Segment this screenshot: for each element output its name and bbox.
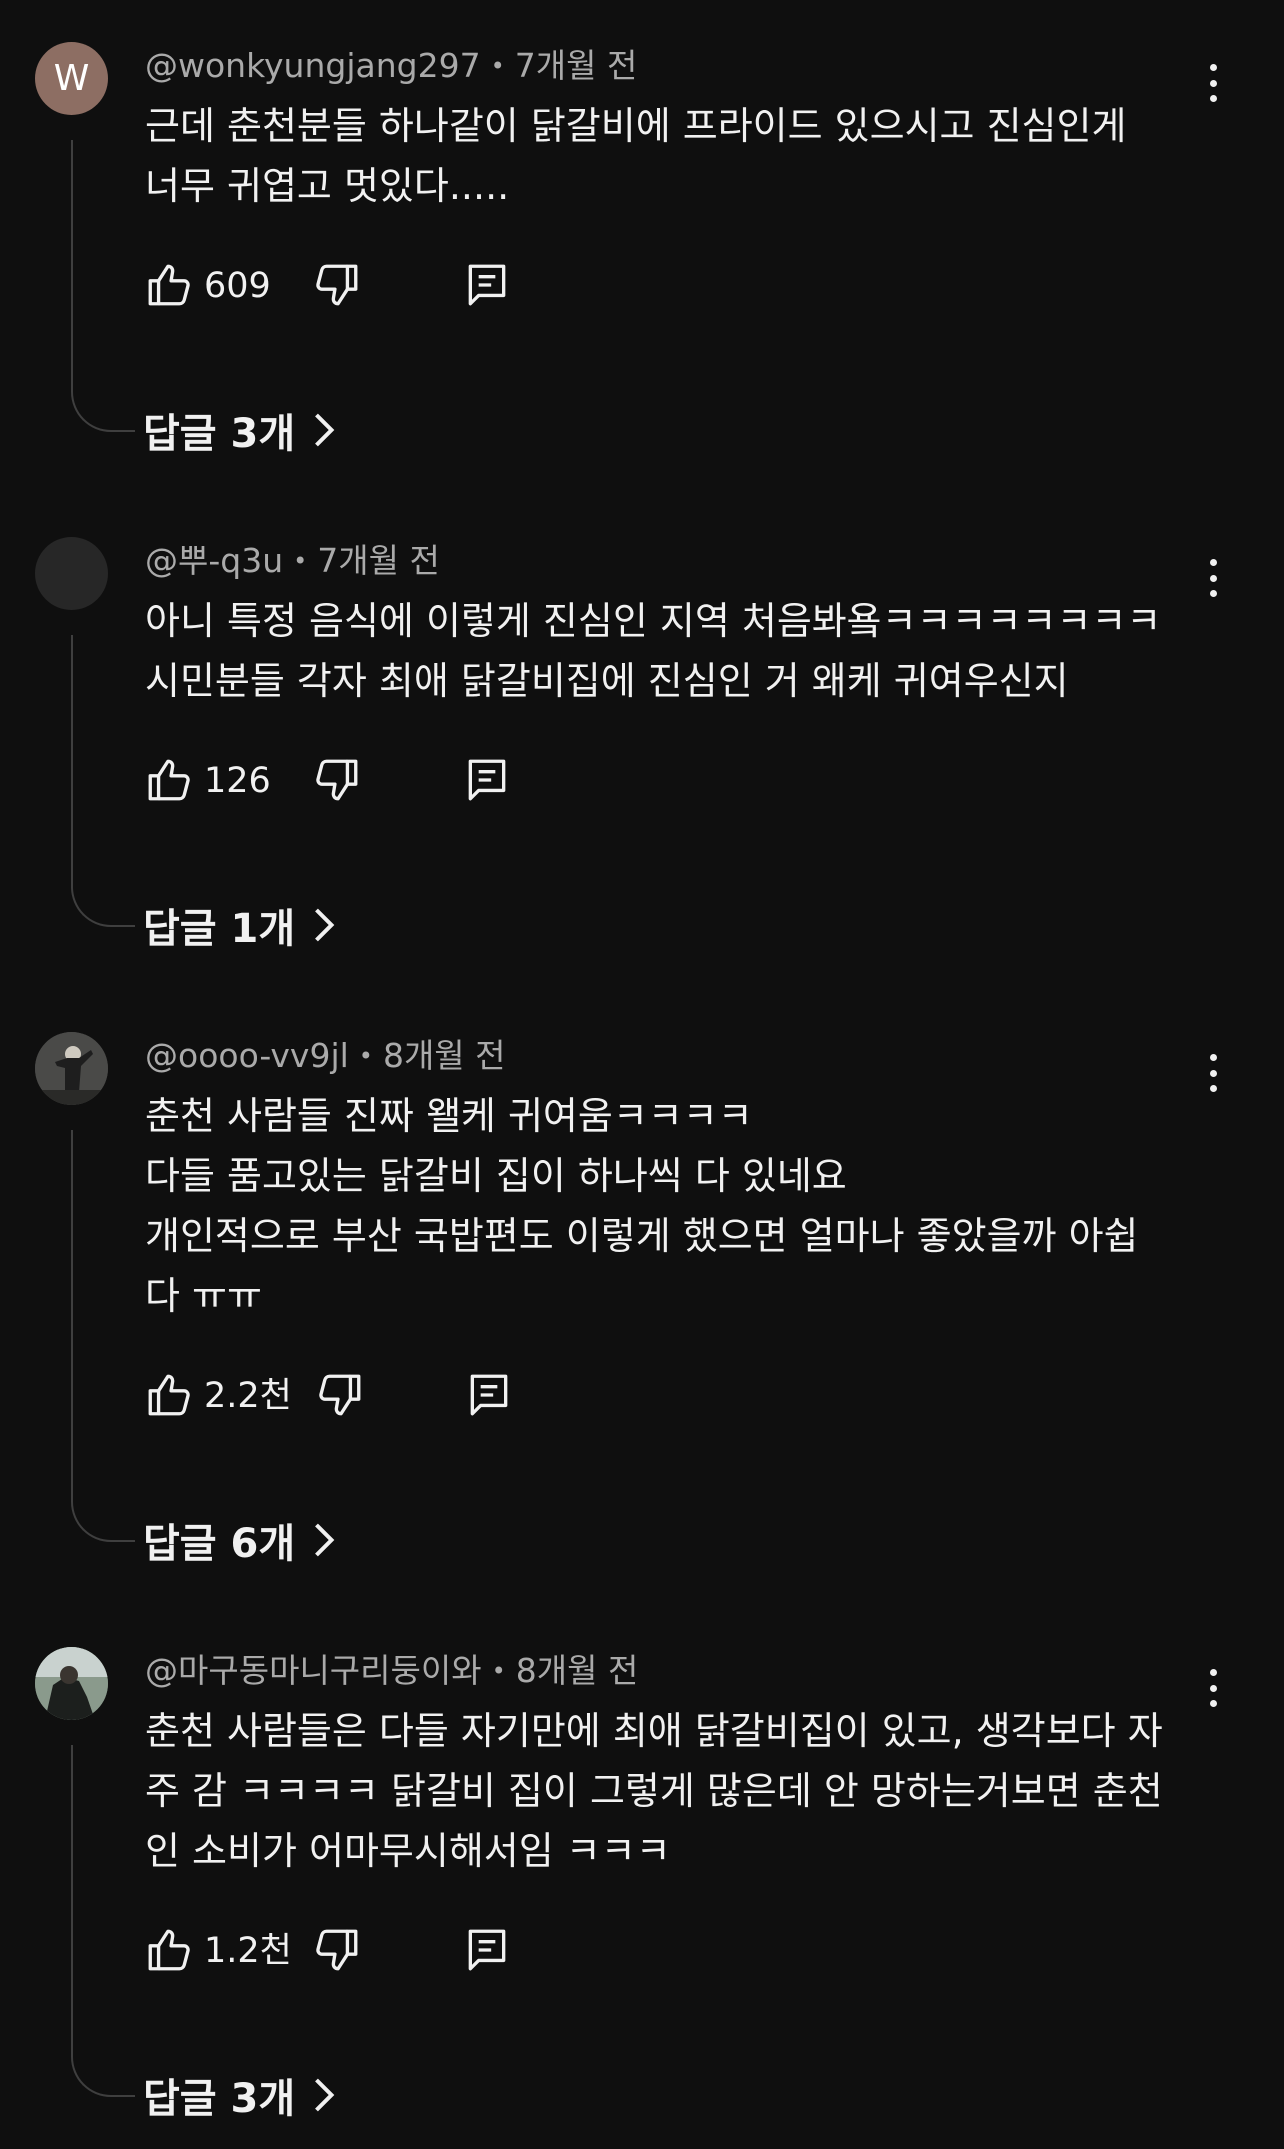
avatar[interactable]: W — [35, 42, 108, 115]
comment-text: 근데 춘천분들 하나같이 닭갈비에 프라이드 있으시고 진심인게 너무 귀엽고 … — [145, 96, 1205, 216]
comment-author[interactable]: @마구동마니구리둥이와 — [145, 1651, 482, 1690]
comment-time[interactable]: 7개월 전 — [515, 46, 638, 85]
like-count: 609 — [204, 266, 271, 306]
avatar-letter: W — [53, 58, 90, 99]
like-count: 2.2천 — [204, 1376, 292, 1416]
thumbs-down-icon[interactable] — [312, 1925, 362, 1975]
comment-reply-icon[interactable] — [464, 1370, 514, 1420]
view-replies-button[interactable]: 답글 3개 — [143, 2065, 339, 2125]
comment-meta: @oooo-vv9jl • 8개월 전 — [145, 1034, 506, 1078]
replies-label: 답글 3개 — [143, 411, 296, 457]
comment-text-line: 너무 귀엽고 멋있다..... — [145, 164, 510, 208]
comment-text-line: 춘천 사람들 진짜 왤케 귀여움ㅋㅋㅋㅋ — [145, 1094, 753, 1138]
comment-meta: @wonkyungjang297 • 7개월 전 — [145, 44, 637, 88]
comment-text-line: 다 ㅠㅠ — [145, 1274, 262, 1318]
thread-line — [71, 1745, 135, 2097]
thread-line — [71, 1130, 135, 1542]
comment-reply-icon[interactable] — [462, 755, 512, 805]
avatar[interactable] — [35, 1032, 108, 1105]
comment-text-line: 인 소비가 어마무시해서임 ㅋㅋㅋ — [145, 1829, 671, 1873]
meta-separator: • — [491, 1657, 506, 1685]
chevron-right-icon — [315, 2078, 335, 2112]
thumbs-up-icon[interactable] — [144, 1925, 194, 1975]
meta-separator: • — [358, 1042, 373, 1070]
comment-actions: 2.2천 — [140, 1370, 540, 1430]
comment-text: 아니 특정 음식에 이렇게 진심인 지역 처음봐욬ㅋㅋㅋㅋㅋㅋㅋㅋ 시민분들 각… — [145, 591, 1205, 711]
comment-author[interactable]: @wonkyungjang297 — [145, 46, 481, 85]
comment-item: @oooo-vv9jl • 8개월 전 춘천 사람들 진짜 왤케 귀여움ㅋㅋㅋㅋ 다… — [0, 990, 1284, 1605]
comment-time[interactable]: 7개월 전 — [317, 541, 440, 580]
avatar[interactable] — [35, 1647, 108, 1720]
comment-actions: 609 — [140, 260, 540, 320]
comment-text: 춘천 사람들은 다들 자기만에 최애 닭갈비집이 있고, 생각보다 자 주 감 … — [145, 1701, 1205, 1881]
comment-item: @뿌-q3u • 7개월 전 아니 특정 음식에 이렇게 진심인 지역 처음봐욬ㅋㅋ… — [0, 495, 1284, 990]
comment-reply-icon[interactable] — [462, 1925, 512, 1975]
comment-text-line: 다들 품고있는 닭갈비 집이 하나씩 다 있네요 — [145, 1154, 847, 1198]
comment-reply-icon[interactable] — [462, 260, 512, 310]
meta-separator: • — [490, 52, 505, 80]
comment-meta: @마구동마니구리둥이와 • 8개월 전 — [145, 1649, 638, 1693]
replies-label: 답글 6개 — [143, 1521, 296, 1567]
view-replies-button[interactable]: 답글 1개 — [143, 895, 339, 955]
replies-label: 답글 1개 — [143, 906, 296, 952]
comment-author[interactable]: @oooo-vv9jl — [145, 1036, 349, 1075]
avatar-photo — [35, 1647, 108, 1720]
thumbs-down-icon[interactable] — [312, 260, 362, 310]
comment-text-line: 주 감 ㅋㅋㅋㅋ 닭갈비 집이 그렇게 많은데 안 망하는거보면 춘천 — [145, 1769, 1163, 1813]
comment-text-line: 시민분들 각자 최애 닭갈비집에 진심인 거 왜케 귀여우신지 — [145, 659, 1069, 703]
thumbs-up-icon[interactable] — [144, 1370, 194, 1420]
like-count: 1.2천 — [204, 1931, 292, 1971]
thread-line — [71, 140, 135, 432]
comment-item: W @wonkyungjang297 • 7개월 전 근데 춘천분들 하나같이 닭갈… — [0, 0, 1284, 495]
meta-separator: • — [293, 547, 308, 575]
thumbs-up-icon[interactable] — [144, 260, 194, 310]
comment-author[interactable]: @뿌-q3u — [145, 541, 283, 580]
thumbs-up-icon[interactable] — [144, 755, 194, 805]
view-replies-button[interactable]: 답글 6개 — [143, 1510, 339, 1570]
comment-time[interactable]: 8개월 전 — [516, 1651, 639, 1690]
comment-item: @마구동마니구리둥이와 • 8개월 전 춘천 사람들은 다들 자기만에 최애 닭갈비… — [0, 1605, 1284, 2149]
comment-meta: @뿌-q3u • 7개월 전 — [145, 539, 440, 583]
chevron-right-icon — [315, 908, 335, 942]
comment-text-line: 개인적으로 부산 국밥편도 이렇게 했으면 얼마나 좋았을까 아쉽 — [145, 1214, 1139, 1258]
comment-text-line: 춘천 사람들은 다들 자기만에 최애 닭갈비집이 있고, 생각보다 자 — [145, 1709, 1163, 1753]
replies-label: 답글 3개 — [143, 2076, 296, 2122]
view-replies-button[interactable]: 답글 3개 — [143, 400, 339, 460]
avatar-photo — [35, 1032, 108, 1105]
comment-text-line: 아니 특정 음식에 이렇게 진심인 지역 처음봐욬ㅋㅋㅋㅋㅋㅋㅋㅋ — [145, 599, 1162, 643]
chevron-right-icon — [315, 413, 335, 447]
comment-actions: 1.2천 — [140, 1925, 540, 1985]
comment-time[interactable]: 8개월 전 — [383, 1036, 506, 1075]
thumbs-down-icon[interactable] — [315, 1370, 365, 1420]
comment-text-line: 근데 춘천분들 하나같이 닭갈비에 프라이드 있으시고 진심인게 — [145, 104, 1127, 148]
comment-text: 춘천 사람들 진짜 왤케 귀여움ㅋㅋㅋㅋ 다들 품고있는 닭갈비 집이 하나씩 … — [145, 1086, 1205, 1326]
chevron-right-icon — [315, 1523, 335, 1557]
like-count: 126 — [204, 761, 271, 801]
avatar[interactable] — [35, 537, 108, 610]
thumbs-down-icon[interactable] — [312, 755, 362, 805]
thread-line — [71, 635, 135, 927]
comment-actions: 126 — [140, 755, 540, 815]
